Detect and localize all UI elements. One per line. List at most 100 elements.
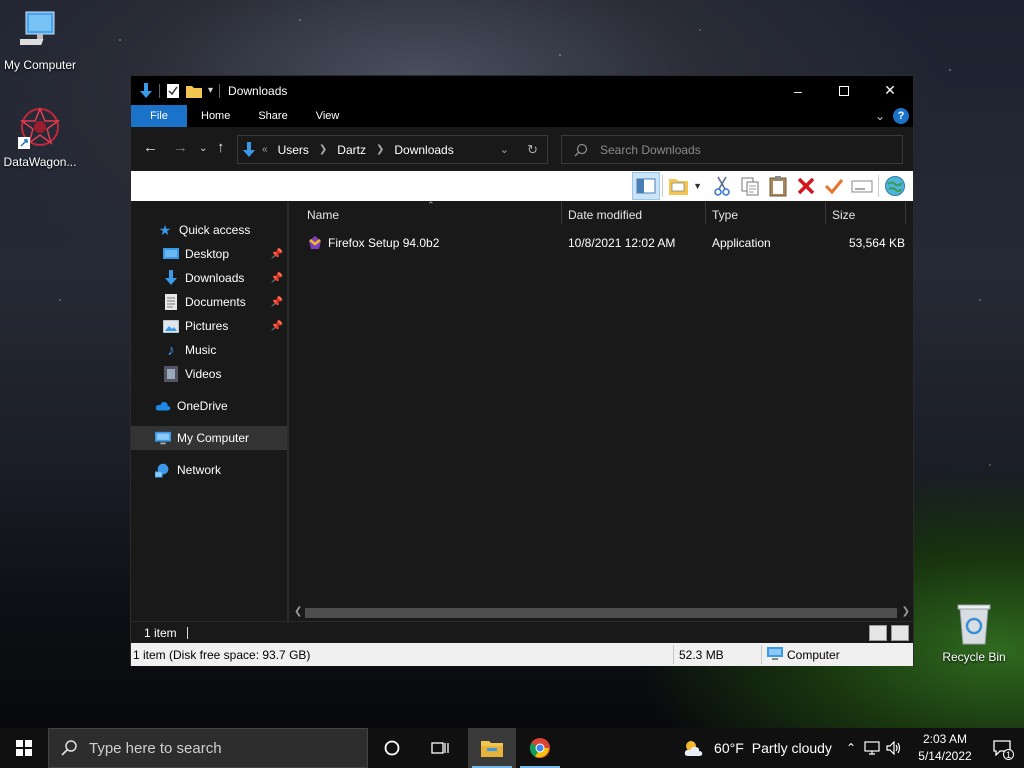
paste-button[interactable]: [764, 172, 792, 200]
address-bar[interactable]: « Users ❯ Dartz ❯ Downloads ⌄ ↻: [237, 135, 548, 164]
nav-item-network[interactable]: Network: [131, 458, 287, 482]
pin-icon[interactable]: 📌: [271, 273, 283, 284]
search-input[interactable]: [600, 142, 890, 157]
column-divider[interactable]: [561, 202, 562, 224]
network-tray-icon[interactable]: [864, 741, 880, 755]
preview-pane-icon: [636, 178, 656, 194]
taskbar-file-explorer[interactable]: [468, 728, 516, 768]
column-header-date-modified[interactable]: Date modified: [568, 208, 642, 222]
maximize-button[interactable]: [821, 76, 867, 105]
breadcrumb-dartz[interactable]: Dartz: [337, 143, 366, 157]
column-divider[interactable]: [905, 202, 906, 224]
start-button[interactable]: [0, 728, 48, 768]
taskbar-search-input[interactable]: [89, 739, 349, 757]
action-center-button[interactable]: 1: [980, 728, 1024, 768]
disk-free-space-text: 1 item (Disk free space: 93.7 GB): [133, 648, 311, 662]
videos-folder-icon: [163, 366, 179, 382]
datawagon-icon: [18, 107, 61, 149]
refresh-icon[interactable]: ↻: [527, 142, 538, 158]
properties-icon[interactable]: [166, 83, 180, 99]
details-view-button[interactable]: [869, 625, 887, 641]
cortana-button[interactable]: [368, 728, 416, 768]
file-name: Firefox Setup 94.0b2: [328, 236, 440, 250]
ribbon-tabs: File Home Share View ⌄ ?: [131, 105, 913, 127]
item-count: 1 item: [144, 625, 177, 640]
nav-item-videos[interactable]: Videos: [131, 362, 287, 386]
desktop-icon-my-computer[interactable]: My Computer: [0, 10, 80, 72]
pin-icon[interactable]: 📌: [271, 321, 283, 332]
scissors-icon: [714, 176, 730, 196]
search-box[interactable]: [561, 135, 903, 164]
new-folder-icon[interactable]: [186, 84, 202, 98]
volume-icon[interactable]: [886, 741, 902, 755]
nav-item-music[interactable]: ♪ Music: [131, 338, 287, 362]
chevron-right-icon[interactable]: ❯: [319, 144, 327, 155]
clock[interactable]: 2:03 AM 5/14/2022: [910, 731, 980, 765]
views-button[interactable]: [665, 172, 693, 200]
desktop-icon-datawagon[interactable]: DataWagon...: [0, 105, 80, 169]
documents-folder-icon: [163, 294, 179, 310]
nav-label: Network: [177, 463, 222, 477]
up-arrow-icon[interactable]: ↑: [217, 139, 225, 156]
address-dropdown-icon[interactable]: ⌄: [500, 143, 509, 156]
horizontal-scrollbar[interactable]: ❮ ❯: [289, 605, 913, 621]
nav-item-quick-access[interactable]: ★ Quick access: [131, 218, 287, 242]
copy-icon: [741, 177, 759, 196]
partly-cloudy-icon: [684, 741, 703, 756]
column-header-size[interactable]: Size: [832, 208, 855, 222]
breadcrumb-users[interactable]: Users: [278, 143, 309, 157]
nav-item-onedrive[interactable]: OneDrive: [131, 394, 287, 418]
task-view-button[interactable]: [416, 728, 464, 768]
column-divider[interactable]: [825, 202, 826, 224]
tab-file[interactable]: File: [131, 105, 187, 127]
confirm-button[interactable]: [820, 172, 848, 200]
nav-item-pictures[interactable]: Pictures 📌: [131, 314, 287, 338]
globe-icon: [885, 176, 905, 196]
nav-item-my-computer[interactable]: My Computer: [131, 426, 287, 450]
nav-item-downloads[interactable]: Downloads 📌: [131, 266, 287, 290]
views-dropdown-icon[interactable]: ▼: [693, 181, 702, 191]
tab-view[interactable]: View: [302, 105, 354, 127]
taskbar-chrome[interactable]: [516, 728, 564, 768]
title-bar[interactable]: ▾ Downloads – ✕: [131, 76, 913, 105]
pin-icon[interactable]: 📌: [271, 297, 283, 308]
column-header-type[interactable]: Type: [712, 208, 738, 222]
copy-button[interactable]: [736, 172, 764, 200]
scroll-right-arrow-icon[interactable]: ❯: [902, 606, 910, 617]
tab-share[interactable]: Share: [244, 105, 301, 127]
tab-home[interactable]: Home: [187, 105, 244, 127]
expand-ribbon-icon[interactable]: ⌄: [875, 109, 885, 123]
close-button[interactable]: ✕: [867, 76, 913, 105]
show-hidden-icons-icon[interactable]: ⌃: [846, 741, 856, 755]
breadcrumb-overflow[interactable]: «: [262, 144, 268, 155]
preview-pane-button[interactable]: [632, 172, 661, 200]
large-icons-view-button[interactable]: [891, 625, 909, 641]
nav-label: Downloads: [185, 271, 245, 285]
minimize-button[interactable]: –: [775, 76, 821, 105]
globe-button[interactable]: [881, 172, 909, 200]
rename-button[interactable]: [848, 172, 876, 200]
search-icon: [574, 143, 588, 157]
forward-arrow-icon[interactable]: →: [173, 139, 188, 156]
help-button[interactable]: ?: [893, 108, 909, 124]
file-explorer-icon: [481, 741, 503, 757]
pin-icon[interactable]: 📌: [271, 249, 283, 260]
weather-widget[interactable]: 60°F Partly cloudy: [682, 738, 832, 758]
breadcrumb-downloads[interactable]: Downloads: [394, 143, 453, 157]
customize-quick-access-icon[interactable]: ▾: [208, 85, 213, 96]
column-divider[interactable]: [705, 202, 706, 224]
back-arrow-icon[interactable]: ←: [143, 139, 158, 156]
desktop-icon-recycle-bin[interactable]: Recycle Bin: [934, 602, 1014, 664]
nav-item-documents[interactable]: Documents 📌: [131, 290, 287, 314]
explorer-content: ★ Quick access Desktop 📌 Downloads 📌 Doc…: [131, 200, 913, 621]
chevron-right-icon[interactable]: ❯: [376, 144, 384, 155]
cut-button[interactable]: [708, 172, 736, 200]
recent-locations-icon[interactable]: ⌄: [199, 143, 207, 154]
scrollbar-thumb[interactable]: [305, 608, 897, 618]
delete-button[interactable]: [792, 172, 820, 200]
nav-item-desktop[interactable]: Desktop 📌: [131, 242, 287, 266]
column-header-name[interactable]: Name: [307, 208, 339, 222]
taskbar-search-box[interactable]: [48, 728, 368, 768]
file-row[interactable]: Firefox Setup 94.0b2 10/8/2021 12:02 AM …: [289, 232, 905, 254]
scroll-left-arrow-icon[interactable]: ❮: [294, 606, 302, 617]
